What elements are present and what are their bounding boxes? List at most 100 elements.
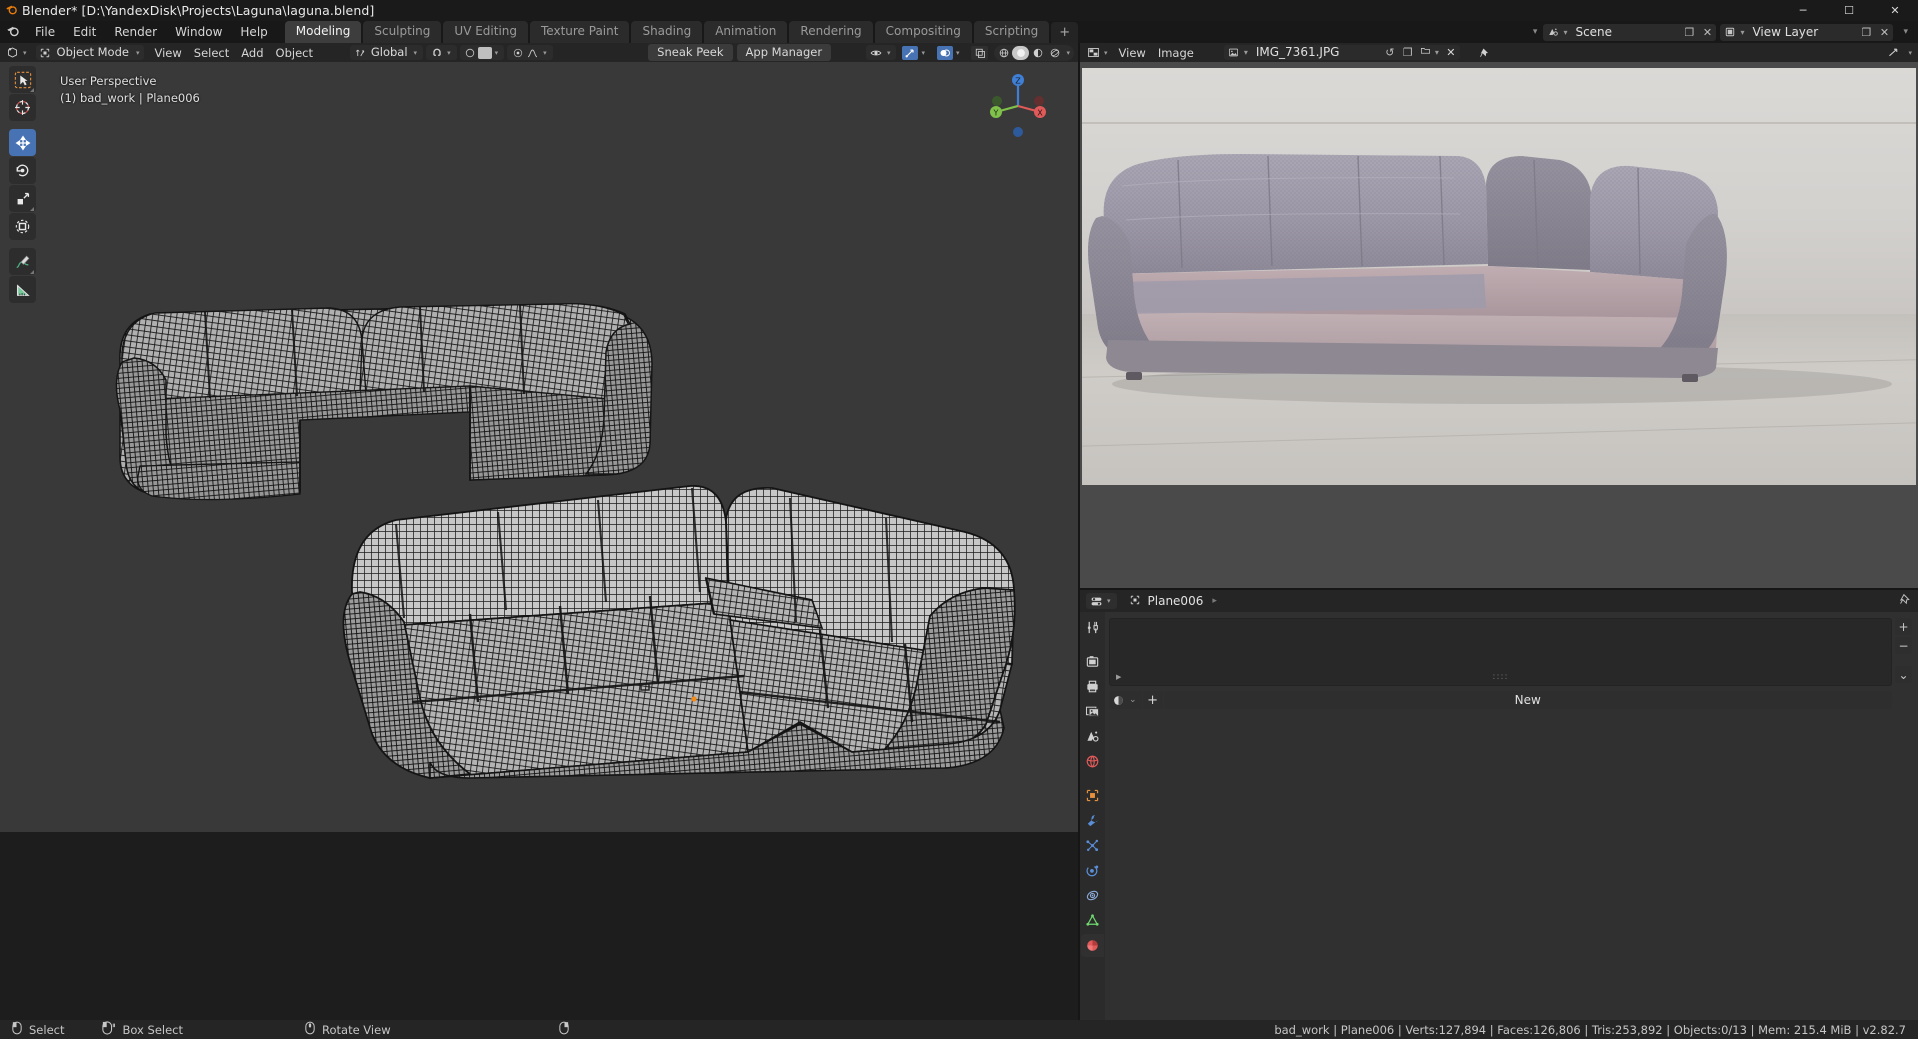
tool-cursor-button[interactable] [9, 94, 36, 121]
menu-help[interactable]: Help [231, 23, 276, 42]
image-fake-user-button[interactable]: ↺ [1381, 45, 1399, 60]
topbar-collapse-chevron-icon[interactable]: ▾ [1897, 27, 1914, 37]
image-open-chevron-icon[interactable]: ▾ [1435, 48, 1442, 57]
image-editor-type-button[interactable]: ▾ [1084, 45, 1113, 60]
image-editor-options-icon[interactable] [1886, 45, 1901, 60]
shading-rendered-button[interactable] [1046, 46, 1063, 60]
interaction-mode-selector[interactable]: Object Mode ▾ [36, 45, 145, 60]
workspace-tab-compositing[interactable]: Compositing [875, 21, 972, 43]
maximize-button[interactable]: ☐ [1826, 0, 1872, 21]
pin-icon[interactable] [1899, 593, 1912, 609]
add-workspace-button[interactable]: + [1051, 22, 1078, 43]
viewport-menu-select[interactable]: Select [188, 45, 235, 61]
menu-window[interactable]: Window [166, 23, 231, 42]
minimize-button[interactable]: ─ [1780, 0, 1826, 21]
tool-move-button[interactable] [9, 129, 36, 156]
view-layer-chevron-icon[interactable]: ▾ [1740, 28, 1747, 37]
remove-material-slot-button[interactable]: − [1895, 637, 1912, 654]
menu-render[interactable]: Render [105, 23, 166, 42]
shading-material-button[interactable] [1029, 46, 1046, 60]
proportional-falloff-selector[interactable]: ▾ [507, 45, 553, 60]
viewport-menu-view[interactable]: View [148, 45, 187, 61]
tool-rotate-button[interactable] [9, 157, 36, 184]
properties-tab-particles[interactable] [1081, 834, 1104, 857]
workspace-tab-sculpting[interactable]: Sculpting [363, 21, 441, 43]
viewport-canvas[interactable]: User Perspective (1) bad_work | Plane006 [0, 62, 1078, 832]
workspace-tab-animation[interactable]: Animation [704, 21, 787, 43]
image-pin-icon[interactable] [1478, 45, 1493, 60]
image-editor-menu-view[interactable]: View [1113, 45, 1152, 61]
tool-transform-button[interactable] [9, 213, 36, 240]
browse-material-button[interactable]: ⌄ [1109, 691, 1142, 709]
viewport-menu-add[interactable]: Add [235, 45, 269, 61]
shading-wireframe-button[interactable] [995, 46, 1012, 60]
close-button[interactable]: ✕ [1872, 0, 1918, 21]
overlays-icon[interactable] [937, 46, 953, 60]
viewport-editor-type-button[interactable]: ▾ [3, 45, 32, 60]
properties-tab-constraints[interactable] [1081, 884, 1104, 907]
image-browse-chevron-icon[interactable]: ▾ [1244, 48, 1251, 57]
material-slot-specials-button[interactable]: ⌄ [1895, 666, 1912, 683]
proportional-falloff-swatch[interactable] [478, 47, 492, 59]
image-open-button[interactable] [1417, 45, 1435, 60]
navigation-gizmo[interactable]: Z Y X [982, 70, 1054, 142]
properties-tab-physics[interactable] [1081, 859, 1104, 882]
add-material-slot-button[interactable]: + [1895, 618, 1912, 635]
scene-chevron-icon[interactable]: ▾ [1563, 28, 1570, 37]
image-editor-canvas[interactable] [1080, 62, 1918, 588]
image-datablock-selector[interactable]: ▾ IMG_7361.JPG ↺ ❐ ▾ ✕ [1224, 45, 1460, 60]
scene-unlink-button[interactable]: ✕ [1698, 24, 1716, 41]
scene-selector[interactable]: ▾ Scene ❐ ✕ [1543, 24, 1716, 41]
scene-new-button[interactable]: ❐ [1680, 24, 1698, 41]
object-type-visibility-popover[interactable]: ▾ [866, 45, 897, 60]
blender-menu-icon[interactable] [0, 24, 26, 41]
scene-browse-chevron-icon[interactable]: ▾ [1527, 27, 1544, 37]
material-slot-list[interactable]: ▶ :::: [1109, 618, 1892, 686]
xray-icon[interactable] [971, 46, 988, 60]
workspace-tab-texture-paint[interactable]: Texture Paint [530, 21, 629, 43]
menu-edit[interactable]: Edit [64, 23, 105, 42]
gizmo-toggle-popover[interactable]: ▾ [899, 45, 931, 60]
properties-tab-render[interactable] [1081, 650, 1104, 673]
shading-solid-button[interactable] [1012, 46, 1029, 60]
overlays-toggle-popover[interactable]: ▾ [934, 45, 966, 60]
snapping-toggle[interactable]: ▾ [426, 45, 457, 60]
properties-tab-world[interactable] [1081, 750, 1104, 773]
tool-measure-button[interactable] [9, 276, 36, 303]
workspace-tab-modeling[interactable]: Modeling [285, 21, 362, 43]
workspace-tab-shading[interactable]: Shading [631, 21, 702, 43]
horizontal-area-splitter[interactable] [1080, 588, 1918, 590]
tool-scale-button[interactable] [9, 185, 36, 212]
tool-tweak-button[interactable] [9, 66, 36, 93]
view-layer-unlink-button[interactable]: ✕ [1875, 24, 1893, 41]
new-material-plus-button[interactable]: + [1143, 691, 1163, 709]
view-layer-selector[interactable]: ▾ View Layer ❐ ✕ [1720, 24, 1893, 41]
transform-orientation-selector[interactable]: Global ▾ [350, 45, 423, 60]
image-editor-menu-image[interactable]: Image [1152, 45, 1200, 61]
workspace-tab-rendering[interactable]: Rendering [789, 21, 872, 43]
image-unlink-button[interactable]: ✕ [1442, 45, 1460, 60]
menu-file[interactable]: File [26, 23, 64, 42]
slot-resize-grip-icon[interactable]: :::: [1492, 672, 1508, 682]
shading-chevron-icon[interactable]: ▾ [1063, 49, 1073, 57]
properties-tab-view-layer[interactable] [1081, 700, 1104, 723]
properties-tab-tool[interactable] [1081, 616, 1104, 639]
view-layer-new-button[interactable]: ❐ [1857, 24, 1875, 41]
properties-tab-object[interactable] [1081, 784, 1104, 807]
view-layer-name-field[interactable]: View Layer [1747, 24, 1857, 41]
scene-name-field[interactable]: Scene [1570, 24, 1680, 41]
app-manager-button[interactable]: App Manager [737, 44, 832, 61]
breadcrumb-object-name[interactable]: Plane006 [1148, 594, 1204, 608]
image-new-button[interactable]: ❐ [1399, 45, 1417, 60]
properties-tab-modifiers[interactable] [1081, 809, 1104, 832]
properties-tab-material[interactable] [1081, 934, 1104, 957]
proportional-editing-toggle[interactable]: ▾ [460, 45, 505, 60]
new-material-button[interactable]: New [1164, 691, 1892, 709]
sneak-peek-button[interactable]: Sneak Peek [648, 44, 732, 61]
vertical-area-splitter[interactable] [1078, 43, 1080, 1020]
workspace-tab-uv-editing[interactable]: UV Editing [443, 21, 528, 43]
image-editor-header-chevron-icon[interactable]: ▾ [1905, 49, 1918, 57]
properties-editor-type-button[interactable]: ▾ [1086, 593, 1117, 609]
properties-tab-scene[interactable] [1081, 725, 1104, 748]
gizmo-icon[interactable] [902, 46, 918, 60]
